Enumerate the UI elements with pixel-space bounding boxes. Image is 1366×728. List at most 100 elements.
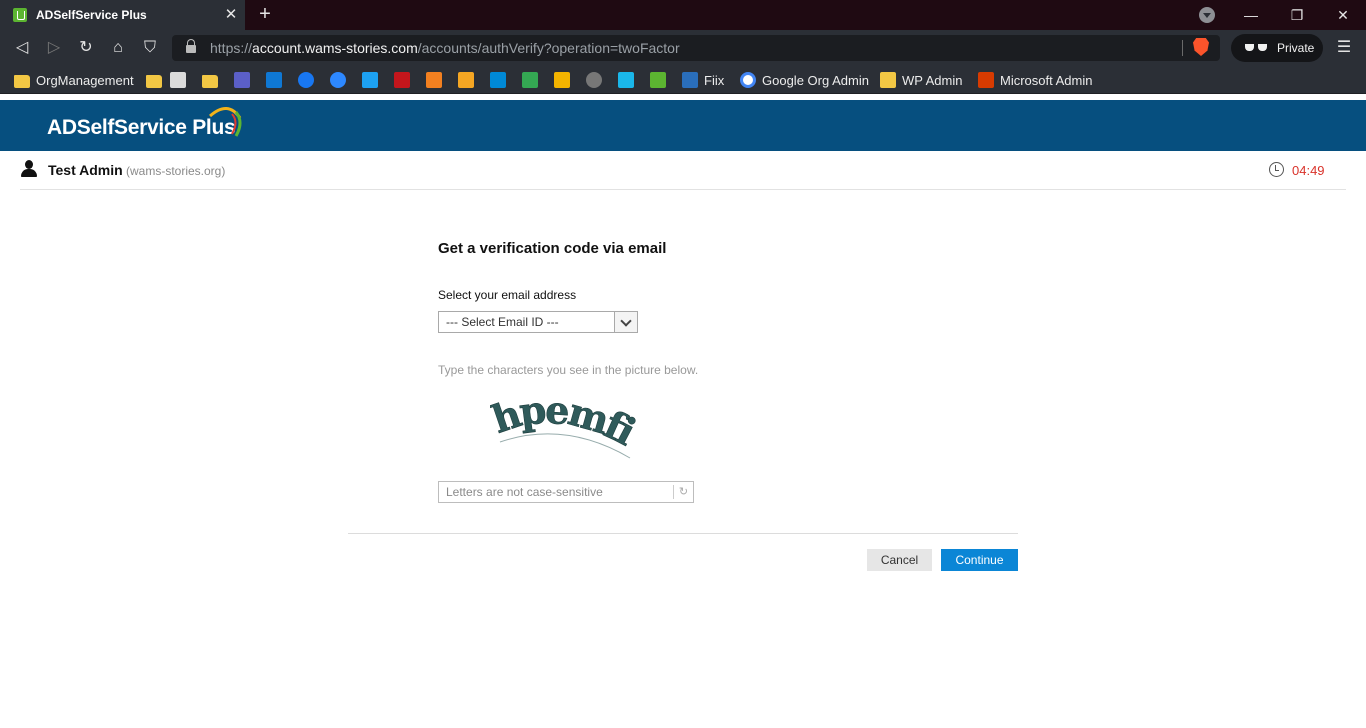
reload-icon[interactable]: ↻ [76,38,96,58]
folder-icon [146,74,162,88]
home-icon[interactable]: ⌂ [108,38,128,58]
tab-close-icon[interactable]: ✕ [223,7,239,23]
bookmark-item[interactable] [618,71,640,89]
bookmark-item[interactable]: WP Admin [880,71,962,89]
bookmark-icon[interactable]: ⛉ [140,38,160,58]
chevron-down-icon[interactable] [614,312,637,332]
bookmark-label: WP Admin [902,72,963,88]
slides-icon [554,72,570,88]
bookmark-item[interactable] [330,71,352,89]
captcha-refresh-icon[interactable]: ↻ [673,485,693,499]
twitter-icon [362,72,378,88]
form-title: Get a verification code via email [438,240,667,257]
adselfservice-favicon-icon [13,8,27,22]
window-minimize-button[interactable]: — [1228,0,1274,30]
bookmark-label: Google Org Admin [762,72,869,88]
bookmark-item[interactable] [586,71,608,89]
bookmark-label: Fiix [704,72,725,88]
user-icon [21,160,37,178]
captcha-input[interactable] [439,482,673,502]
new-tab-button[interactable]: + [255,4,275,24]
office-icon [978,72,994,88]
url-text[interactable]: https://account.wams-stories.com/account… [210,40,680,56]
bookmark-item[interactable] [362,71,384,89]
bookmarks-bar: OrgManagement Fiix Google Org Admin WP Admi… [0,66,1366,94]
captcha-image: hpemfi [490,398,640,459]
tab-title: ADSelfService Plus [36,8,147,22]
bookmark-item[interactable]: OrgManagement [14,71,134,89]
hex-icon [586,72,602,88]
cloud-icon [426,72,442,88]
search-icon [170,72,186,88]
folder-icon [202,74,218,88]
azure-icon [490,72,506,88]
bookmark-item[interactable]: Google Org Admin [740,71,869,89]
captcha-input-field[interactable]: ↻ [438,481,694,503]
vimeo-icon [618,72,634,88]
captcha-text: hpemfi [490,398,640,455]
captcha-instruction: Type the characters you see in the pictu… [438,363,699,377]
back-icon[interactable]: ◁ [12,38,32,58]
session-timer: 04:49 [1292,163,1325,178]
bookmark-label: Microsoft Admin [1000,72,1093,88]
address-bar[interactable]: https://account.wams-stories.com/account… [172,35,1220,61]
browser-tab-active[interactable]: ADSelfService Plus ✕ [0,0,245,30]
bookmark-item[interactable] [298,71,320,89]
google-icon [740,72,756,88]
bookmark-item[interactable] [490,71,512,89]
bookmark-item[interactable] [170,71,192,89]
forward-icon[interactable]: ▷ [44,38,64,58]
bookmark-label: OrgManagement [36,72,134,88]
url-path: /accounts/authVerify?operation=twoFactor [417,40,680,56]
form-divider [348,533,1018,534]
bookmark-item[interactable] [458,71,480,89]
facebook-icon [298,72,314,88]
adself-icon [650,72,666,88]
browser-tab-strip: ADSelfService Plus ✕ + — ❐ ✕ [0,0,1366,30]
private-window-badge[interactable]: Private [1231,34,1323,62]
messenger-icon [330,72,346,88]
bookmark-item[interactable] [202,71,224,89]
browser-menu-icon[interactable]: ☰ [1335,39,1353,57]
fiix-icon [682,72,698,88]
cancel-button[interactable]: Cancel [867,549,932,571]
people-icon [458,72,474,88]
private-glasses-icon [1245,43,1267,53]
private-label: Private [1277,41,1315,55]
user-info-bar: Test Admin (wams-stories.org) 04:49 [20,151,1346,190]
url-host: account.wams-stories.com [252,40,418,56]
bookmark-item[interactable] [650,71,672,89]
bookmark-item[interactable]: Microsoft Admin [978,71,1092,89]
lock-icon[interactable] [186,39,196,53]
teams-icon [234,72,250,88]
bookmark-item[interactable] [234,71,256,89]
logo-swoosh-icon [209,107,242,137]
bookmark-item[interactable] [146,71,168,89]
email-select-label: Select your email address [438,288,577,302]
tab-search-icon[interactable] [1199,7,1215,23]
bookmark-item[interactable]: Fiix [682,71,724,89]
window-close-button[interactable]: ✕ [1320,0,1366,30]
user-name: Test Admin [48,162,123,178]
email-select-value: --- Select Email ID --- [446,315,559,329]
j-icon [394,72,410,88]
svg-text:hpemfi: hpemfi [490,398,640,454]
address-bar-divider [1182,40,1183,56]
bookmark-item[interactable] [554,71,576,89]
app-header: ADSelfService Plus [0,100,1366,151]
shield-icon [880,72,896,88]
window-restore-button[interactable]: ❐ [1274,0,1320,30]
bookmark-item[interactable] [426,71,448,89]
folder-icon [14,74,30,88]
drive-icon [522,72,538,88]
continue-button[interactable]: Continue [941,549,1018,571]
outlook-icon [266,72,282,88]
bookmark-item[interactable] [522,71,544,89]
email-select-dropdown[interactable]: --- Select Email ID --- [438,311,638,333]
bookmark-item[interactable] [266,71,288,89]
timer-clock-icon [1269,162,1284,177]
bookmark-item[interactable] [394,71,416,89]
browser-toolbar: ◁ ▷ ↻ ⌂ ⛉ https://account.wams-stories.c… [0,30,1366,66]
user-domain: (wams-stories.org) [126,164,226,178]
url-scheme: https:// [210,40,253,56]
